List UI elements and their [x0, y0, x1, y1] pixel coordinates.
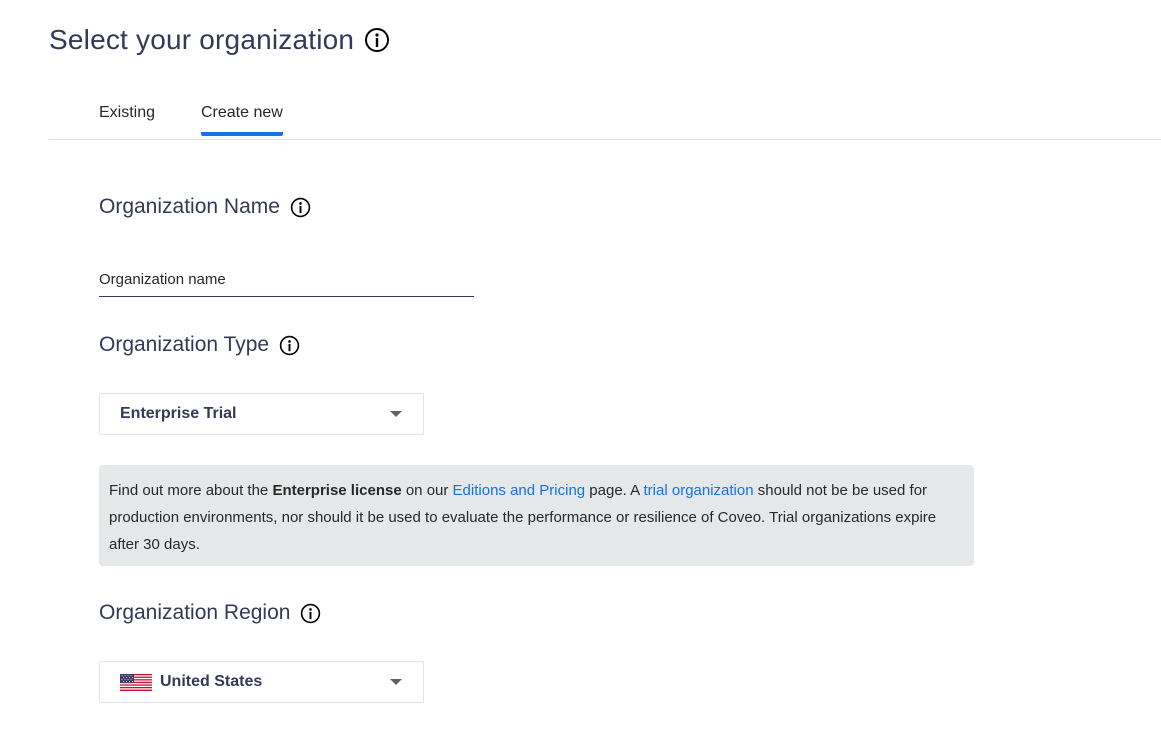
info-icon[interactable] — [300, 603, 321, 624]
editions-pricing-link[interactable]: Editions and Pricing — [453, 482, 586, 499]
org-type-heading-text: Organization Type — [99, 333, 270, 356]
info-text: Find out more about the — [109, 482, 273, 499]
chevron-down-icon — [390, 411, 402, 417]
org-region-heading: Organization Region — [99, 601, 321, 625]
license-info-box: Find out more about the Enterprise licen… — [99, 465, 974, 566]
org-region-heading-text: Organization Region — [99, 601, 291, 624]
page-title-text: Select your organization — [49, 24, 355, 55]
us-flag-icon — [120, 673, 152, 691]
tab-create-new[interactable]: Create new — [201, 104, 283, 136]
org-region-select[interactable]: United States — [99, 661, 424, 703]
tab-bar: Existing Create new — [49, 92, 1161, 140]
info-bold-text: Enterprise license — [272, 482, 402, 499]
info-icon[interactable] — [279, 335, 300, 356]
info-text: page. A — [585, 482, 644, 499]
tab-existing[interactable]: Existing — [99, 104, 155, 132]
org-type-selected-value: Enterprise Trial — [120, 405, 237, 422]
org-name-heading: Organization Name — [99, 195, 311, 219]
page-title: Select your organization — [49, 24, 390, 56]
info-icon[interactable] — [364, 27, 390, 53]
org-type-heading: Organization Type — [99, 333, 300, 357]
trial-organization-link[interactable]: trial organization — [644, 482, 754, 499]
info-icon[interactable] — [290, 197, 311, 218]
org-region-selected-value: United States — [160, 673, 263, 690]
org-name-heading-text: Organization Name — [99, 195, 280, 218]
org-type-select[interactable]: Enterprise Trial — [99, 393, 424, 435]
org-name-input[interactable] — [99, 263, 474, 297]
info-text: on our — [401, 482, 453, 499]
chevron-down-icon — [390, 679, 402, 685]
